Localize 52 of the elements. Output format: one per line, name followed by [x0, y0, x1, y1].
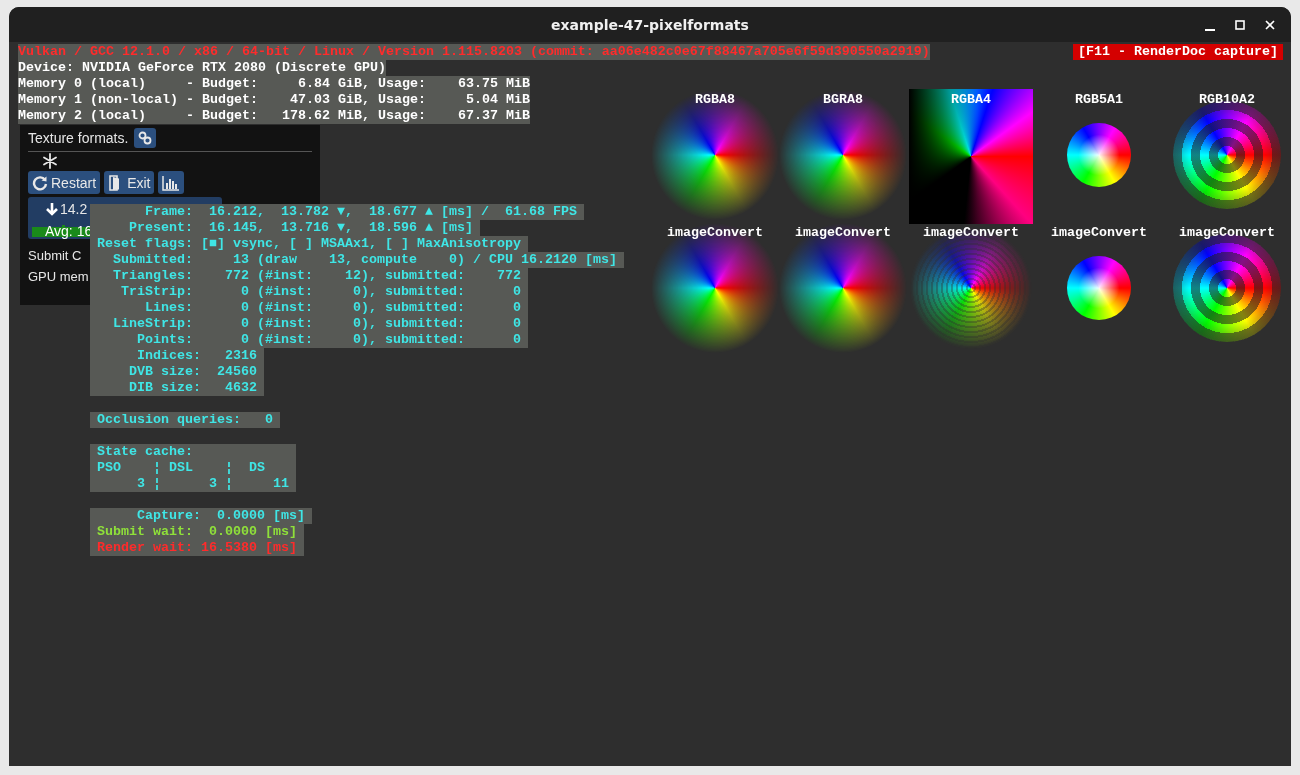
- texture-label: imageConvert: [795, 225, 891, 241]
- overlay-text: DVB size: 24560: [90, 364, 264, 380]
- texture-label: imageConvert: [1051, 225, 1147, 241]
- overlay-text: Render wait: 16.5380 [ms]: [90, 540, 304, 556]
- snowflake-icon: [42, 153, 58, 169]
- window-title: example-47-pixelformats: [551, 16, 749, 33]
- panel-text: Submit C: [28, 248, 82, 263]
- maximize-icon: [1234, 18, 1246, 31]
- overlay-text: State cache:: [90, 444, 296, 460]
- texture-label: RGB5A1: [1075, 92, 1123, 108]
- texture-label: RGB10A2: [1199, 92, 1255, 108]
- capture-hint: [F11 - RenderDoc capture]: [1073, 44, 1283, 60]
- overlay-text: LineStrip: 0 (#inst: 0), submitted: 0: [90, 316, 528, 332]
- toolbar-button[interactable]: Restart: [28, 171, 101, 194]
- overlay-text: Submit wait: 0.0000 [ms]: [90, 524, 304, 540]
- overlay-text: Submitted: 13 (draw 13, compute 0) / CPU 16.2120 [ms]: [90, 252, 624, 268]
- overlay-text: Reset flags: [■] vsync, [ ] MSAAx1, [ ] MaxAnisotropy: [90, 236, 528, 252]
- overlay-text: Frame: 16.212, 13.782 ▼, 18.677 ▲ [ms] / 61.68 FPS: [90, 204, 584, 220]
- overlay-text: DIB size: 4632: [90, 380, 264, 396]
- graph-value: 14.2: [60, 201, 88, 217]
- overlay-text: Memory 2 (local) - Budget: 178.62 MiB, Usage: 67.37 MiB: [18, 108, 530, 124]
- texture-label: imageConvert: [923, 225, 1019, 241]
- overlay-text: Points: 0 (#inst: 0), submitted: 0: [90, 332, 528, 348]
- overlay-text: Indices: 2316: [90, 348, 264, 364]
- refresh-icon: [32, 174, 48, 191]
- minimize-icon: [1205, 28, 1215, 31]
- panel-title: Texture formats.: [28, 130, 129, 146]
- close-icon: [1264, 18, 1276, 31]
- overlay-text: TriStrip: 0 (#inst: 0), submitted: 0: [90, 284, 528, 300]
- toolbar-button[interactable]: Exit: [104, 171, 155, 194]
- overlay-text: Vulkan / GCC 12.1.0 / x86 / 64-bit / Linux / Version 1.115.8203 (commit: aa06e482c0e67f88467a705e6f59d390550a2919): [18, 44, 930, 60]
- link-button[interactable]: [134, 128, 157, 148]
- overlay-text: Capture: 0.0000 [ms]: [90, 508, 312, 524]
- overlay-text: Memory 0 (local) - Budget: 6.84 GiB, Usage: 63.75 MiB: [18, 76, 530, 92]
- texture-label: imageConvert: [667, 225, 763, 241]
- overlay-text: Present: 16.145, 13.716 ▼, 18.596 ▲ [ms]: [90, 220, 480, 236]
- texture-label: BGRA8: [823, 92, 863, 108]
- overlay-text: Occlusion queries: 0: [90, 412, 280, 428]
- texture-label: RGBA4: [951, 92, 991, 108]
- texture-label: imageConvert: [1179, 225, 1275, 241]
- bar-chart-icon: [162, 174, 181, 191]
- overlay-text: Lines: 0 (#inst: 0), submitted: 0: [90, 300, 528, 316]
- link-icon: [138, 131, 153, 145]
- down-arrow-icon: [45, 202, 59, 216]
- overlay-text: Triangles: 772 (#inst: 12), submitted: 772: [90, 268, 528, 284]
- overlay-text: PSO ¦ DSL ¦ DS: [90, 460, 296, 476]
- overlay-text: 3 ¦ 3 ¦ 11: [90, 476, 296, 492]
- panel-text: GPU mem: [28, 269, 89, 284]
- chart-button[interactable]: [158, 171, 185, 194]
- overlay-text: Memory 1 (non-local) - Budget: 47.03 GiB, Usage: 5.04 MiB: [18, 92, 530, 108]
- texture-label: RGBA8: [695, 92, 735, 108]
- overlay-text: Device: NVIDIA GeForce RTX 2080 (Discrete GPU): [18, 60, 386, 76]
